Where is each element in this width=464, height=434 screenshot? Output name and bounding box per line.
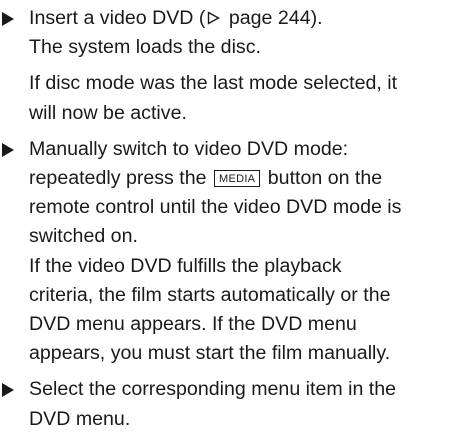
instruction-step-switch-mode: Manually switch to video DVD mode: repea… (0, 135, 464, 369)
step-text: Select the corresponding menu item in th… (29, 378, 397, 401)
manual-page: Insert a video DVD ( page 244). The syst… (0, 0, 464, 430)
note-paragraph: If disc mode was the last mode selected,… (29, 72, 398, 124)
step-text: switched on. (29, 225, 138, 248)
step-bullet-icon (2, 383, 14, 398)
step-text-key-line: repeatedly press the MEDIA button on the (29, 167, 383, 190)
result-paragraph: If the video DVD fulfills the playback c… (29, 254, 391, 365)
instruction-step-select-menu-item: Select the corresponding menu item in th… (0, 375, 464, 433)
step-text: Manually switch to video DVD mode: (29, 137, 349, 160)
step-bullet-icon (2, 142, 14, 157)
result-paragraph: The system loads the disc. (29, 36, 261, 59)
page-reference-icon (207, 11, 221, 25)
step-text: remote control until the video DVD mode … (29, 196, 402, 219)
step-bullet-icon (2, 12, 14, 26)
step-text: Insert a video DVD ( page 244). (29, 7, 323, 29)
media-key-icon: MEDIA (213, 170, 261, 188)
step-text: DVD menu. (29, 407, 131, 430)
instruction-step-insert-dvd: Insert a video DVD ( page 244). The syst… (0, 4, 464, 128)
